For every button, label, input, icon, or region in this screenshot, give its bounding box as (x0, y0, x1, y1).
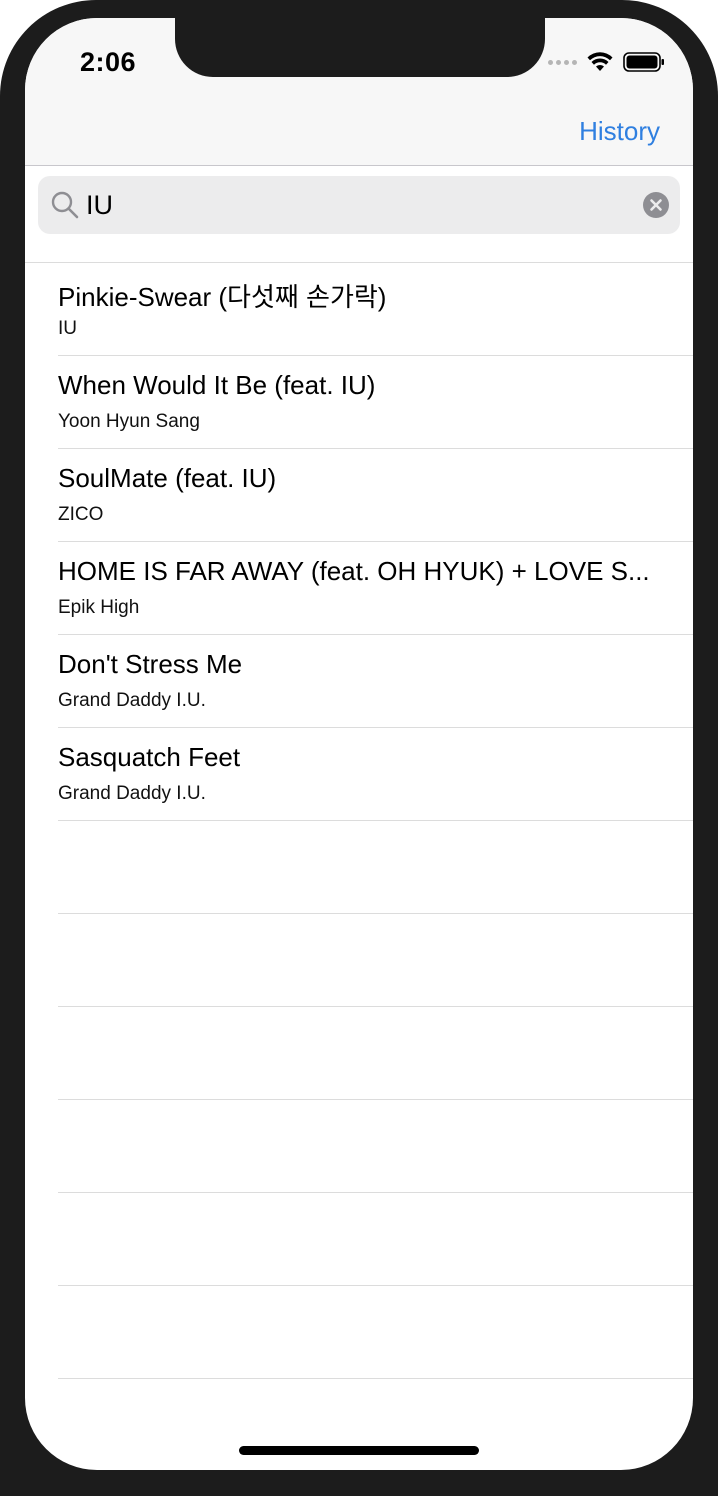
empty-row (58, 1193, 693, 1286)
list-item[interactable]: HOME IS FAR AWAY (feat. OH HYUK) + LOVE … (58, 542, 693, 635)
song-artist: Grand Daddy I.U. (58, 690, 206, 711)
list-item[interactable]: Sasquatch Feet Grand Daddy I.U. (58, 728, 693, 821)
status-time: 2:06 (80, 47, 137, 77)
results-list: Pinkie-Swear (다섯째 손가락) IU When Would It … (25, 263, 693, 1379)
song-artist: IU (58, 318, 77, 339)
empty-row (58, 1286, 693, 1379)
search-icon (51, 191, 79, 219)
history-button[interactable]: History (579, 116, 660, 147)
empty-row (58, 1007, 693, 1100)
list-item[interactable]: When Would It Be (feat. IU) Yoon Hyun Sa… (58, 356, 693, 449)
song-title: HOME IS FAR AWAY (feat. OH HYUK) + LOVE … (58, 556, 650, 586)
empty-row (58, 1100, 693, 1193)
song-artist: Grand Daddy I.U. (58, 783, 206, 804)
song-artist: Yoon Hyun Sang (58, 411, 200, 432)
song-title: Pinkie-Swear (다섯째 손가락) (58, 282, 387, 312)
battery-icon (623, 52, 664, 72)
status-icons (548, 52, 665, 72)
list-item[interactable]: Don't Stress Me Grand Daddy I.U. (58, 635, 693, 728)
cellular-dots-icon (548, 59, 577, 65)
device-notch (175, 18, 545, 77)
song-title: SoulMate (feat. IU) (58, 463, 277, 493)
navigation-bar: History (25, 108, 693, 166)
search-field[interactable] (38, 176, 680, 234)
search-input[interactable] (86, 185, 626, 225)
search-bar (25, 166, 693, 263)
empty-row (58, 914, 693, 1007)
song-title: When Would It Be (feat. IU) (58, 370, 376, 400)
screen: 2:06 History IU Pinkie-Swear (다섯째 손가락) I… (25, 18, 693, 1470)
wifi-icon (587, 52, 613, 71)
clear-icon[interactable] (643, 192, 669, 218)
device-bezel: 2:06 History IU Pinkie-Swear (다섯째 손가락) I… (0, 0, 718, 1496)
list-item[interactable]: Pinkie-Swear (다섯째 손가락) IU (58, 263, 693, 356)
empty-row (58, 821, 693, 914)
song-title: Don't Stress Me (58, 649, 243, 679)
home-indicator[interactable] (239, 1446, 479, 1455)
song-artist: Epik High (58, 597, 140, 618)
song-title: Sasquatch Feet (58, 742, 241, 772)
song-artist: ZICO (58, 504, 104, 525)
list-item[interactable]: SoulMate (feat. IU) ZICO (58, 449, 693, 542)
